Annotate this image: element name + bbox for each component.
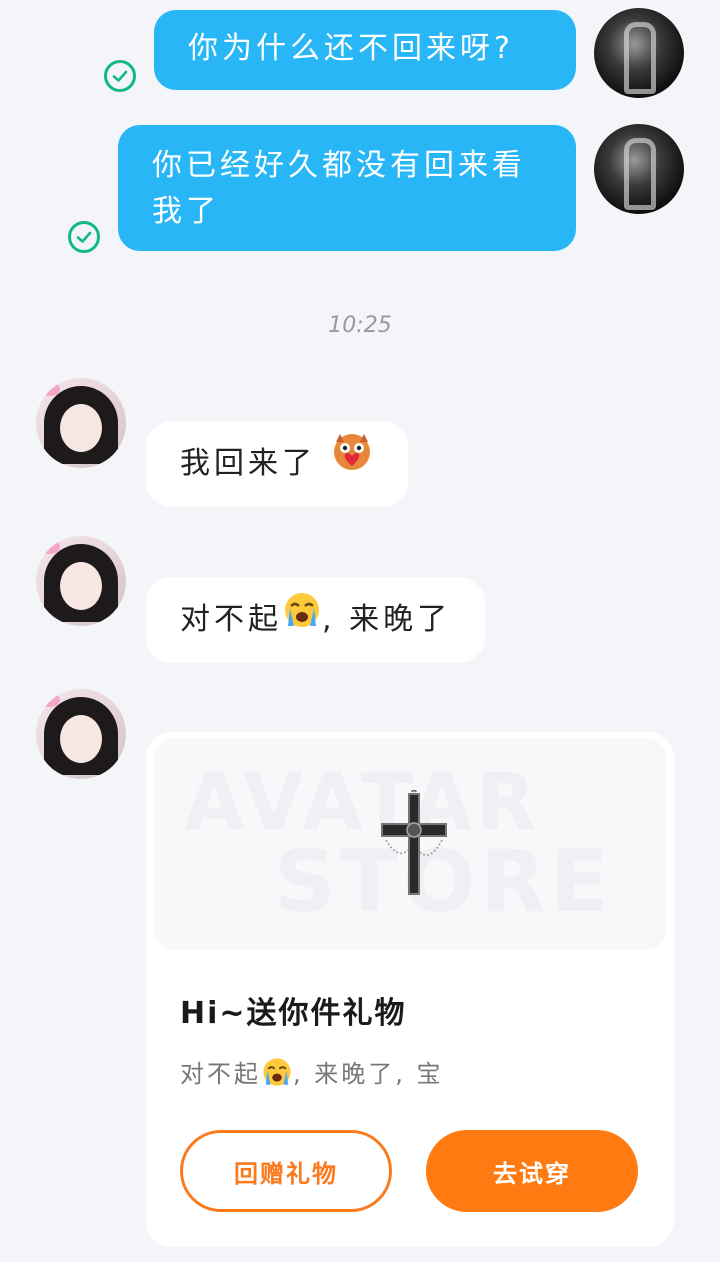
gift-banner: AVATAR STORE xyxy=(154,738,666,950)
crying-emoji xyxy=(261,1056,293,1094)
crying-emoji xyxy=(282,578,322,664)
contact-avatar[interactable] xyxy=(36,536,126,626)
gift-description: 对不起 , 来晚了, 宝 xyxy=(180,1054,444,1094)
contact-avatar[interactable] xyxy=(36,378,126,468)
try-on-button[interactable]: 去试穿 xyxy=(426,1130,638,1212)
read-check-icon xyxy=(104,60,136,92)
gift-description-text: , 来晚了, 宝 xyxy=(293,1060,444,1088)
my-avatar[interactable] xyxy=(594,8,684,98)
message-text: 我回来了 xyxy=(180,446,316,481)
gift-card[interactable]: AVATAR STORE Hi~送你件礼物 对不起 , 来晚了, 宝 回赠礼物 … xyxy=(146,732,674,1247)
message-text-line: 你已经好久都没有回来看 xyxy=(152,148,526,183)
message-text: 对不起 xyxy=(180,602,282,637)
incoming-message-bubble[interactable]: 我回来了 xyxy=(146,421,408,507)
heart-cake-emoji xyxy=(330,422,374,508)
message-text-line: 我了 xyxy=(152,194,220,229)
my-avatar[interactable] xyxy=(594,124,684,214)
outgoing-message-bubble[interactable]: 你已经好久都没有回来看 我了 xyxy=(118,125,576,251)
message-text: 你为什么还不回来呀? xyxy=(188,31,514,66)
contact-avatar[interactable] xyxy=(36,689,126,779)
message-timestamp: 10:25 xyxy=(328,313,392,338)
gift-description-text: 对不起 xyxy=(180,1060,261,1088)
gothic-cross-icon xyxy=(381,790,447,895)
return-gift-button[interactable]: 回赠礼物 xyxy=(180,1130,392,1212)
chat-screen: 你为什么还不回来呀? 你已经好久都没有回来看 我了 10:25 我回来了 对不起… xyxy=(0,0,720,1262)
read-check-icon xyxy=(68,221,100,253)
incoming-message-bubble[interactable]: 对不起 , 来晚了 xyxy=(146,577,486,664)
outgoing-message-bubble[interactable]: 你为什么还不回来呀? xyxy=(154,10,576,90)
gift-title: Hi~送你件礼物 xyxy=(180,996,407,1031)
message-text: , 来晚了 xyxy=(322,602,452,637)
